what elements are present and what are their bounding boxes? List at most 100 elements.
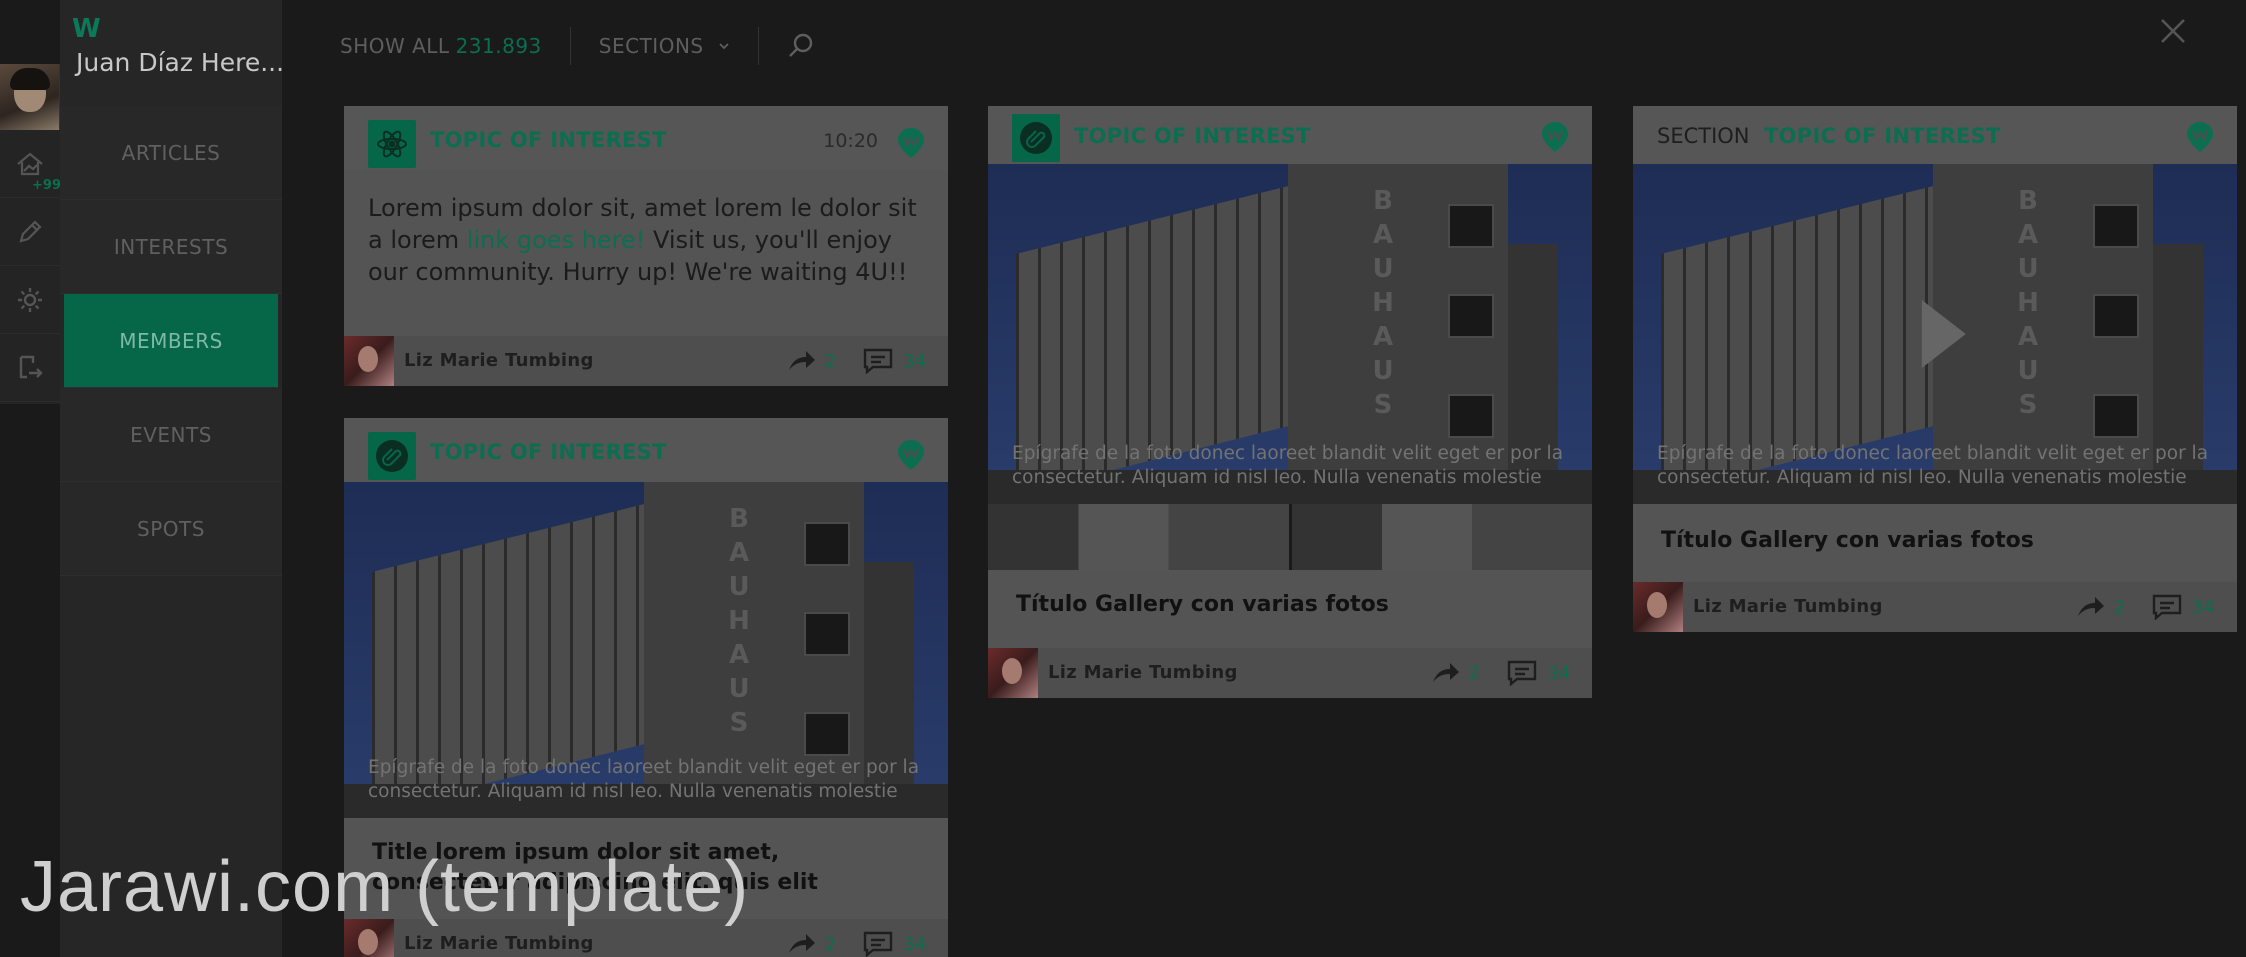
brand-pin-icon	[1542, 122, 1568, 152]
icon-rail: +99	[0, 0, 61, 957]
card-header: TOPIC OF INTEREST 10:20	[344, 106, 948, 170]
sidebar-item-interests[interactable]: INTERESTS	[60, 200, 282, 294]
brand-pin-icon	[2187, 122, 2213, 152]
comment-button[interactable]: 34	[2152, 594, 2215, 620]
post-title[interactable]: Título Gallery con varias fotos	[1633, 504, 2237, 556]
comment-button[interactable]: 34	[863, 931, 926, 957]
post-card-video[interactable]: SECTION TOPIC OF INTEREST BAUHAUS Epígra…	[1633, 106, 2237, 632]
topic-label[interactable]: TOPIC OF INTEREST	[430, 128, 667, 152]
comment-icon	[863, 348, 893, 374]
share-icon	[2077, 597, 2104, 616]
card-footer: Liz Marie Tumbing 2 34	[988, 648, 1592, 698]
show-all-count: 231.893	[455, 34, 542, 58]
play-icon[interactable]	[1921, 300, 1966, 368]
author-name[interactable]: Liz Marie Tumbing	[1048, 662, 1238, 683]
username[interactable]: Juan Díaz Here...	[76, 48, 284, 77]
author-avatar[interactable]	[1633, 582, 1683, 632]
search-icon[interactable]	[787, 32, 815, 60]
brand-logo[interactable]: W	[72, 14, 101, 44]
sections-label: SECTIONS	[598, 34, 704, 58]
sidebar-item-events[interactable]: EVENTS	[60, 388, 282, 482]
post-photo[interactable]: BAUHAUS Epígrafe de la foto donec laoree…	[344, 482, 948, 818]
share-count: 2	[824, 350, 836, 372]
post-text: Lorem ipsum dolor sit, amet lorem le dol…	[344, 170, 948, 288]
sections-dropdown[interactable]: SECTIONS	[599, 34, 730, 58]
photo-caption: Epígrafe de la foto donec laoreet blandi…	[1657, 443, 2209, 488]
sidebar: W Juan Díaz Here... ARTICLES INTERESTS M…	[60, 0, 284, 957]
comment-count: 34	[1547, 662, 1570, 684]
logout-button[interactable]	[0, 334, 60, 402]
section-label[interactable]: SECTION	[1657, 124, 1750, 148]
post-card-gallery[interactable]: TOPIC OF INTEREST BAUHAUS Epígrafe de la…	[988, 106, 1592, 698]
post-link[interactable]: link goes here!	[467, 226, 646, 254]
gallery-main-photo[interactable]: BAUHAUS Epígrafe de la foto donec laoree…	[988, 164, 1592, 504]
share-button[interactable]: 2	[787, 348, 836, 374]
card-footer: Liz Marie Tumbing 2 34	[344, 336, 948, 386]
comment-button[interactable]: 34	[863, 348, 926, 374]
post-card-text[interactable]: TOPIC OF INTEREST 10:20 Lorem ipsum dolo…	[344, 106, 948, 386]
edit-button[interactable]	[0, 198, 60, 266]
divider	[757, 27, 759, 65]
comment-count: 34	[2192, 596, 2215, 618]
comment-count: 34	[903, 350, 926, 372]
share-button[interactable]: 2	[787, 931, 836, 957]
comment-button[interactable]: 34	[1507, 660, 1570, 686]
author-name[interactable]: Liz Marie Tumbing	[404, 350, 594, 371]
author-avatar[interactable]	[344, 336, 394, 386]
show-all-filter[interactable]: SHOW ALL 231.893	[340, 34, 542, 58]
chevron-down-icon	[718, 43, 729, 50]
card-header: TOPIC OF INTEREST	[988, 106, 1592, 170]
divider	[569, 27, 571, 65]
video-thumbnail[interactable]: BAUHAUS Epígrafe de la foto donec laoree…	[1633, 164, 2237, 504]
sidebar-nav: ARTICLES INTERESTS MEMBERS EVENTS SPOTS	[60, 106, 282, 576]
post-title[interactable]: Título Gallery con varias fotos	[988, 570, 1592, 620]
photo-caption: Epígrafe de la foto donec laoreet blandi…	[1012, 443, 1564, 488]
comment-count: 34	[903, 933, 926, 955]
comment-icon	[2152, 594, 2182, 620]
card-header: SECTION TOPIC OF INTEREST	[1633, 106, 2237, 170]
topic-label[interactable]: TOPIC OF INTEREST	[1764, 124, 2001, 148]
author-name[interactable]: Liz Marie Tumbing	[404, 933, 594, 954]
sidebar-item-members[interactable]: MEMBERS	[64, 294, 278, 388]
post-time: 10:20	[823, 130, 878, 152]
sidebar-item-articles[interactable]: ARTICLES	[60, 106, 282, 200]
attachment-icon	[1012, 114, 1060, 162]
card-footer: Liz Marie Tumbing 2 34	[1633, 582, 2237, 632]
notification-badge: +99	[32, 178, 61, 193]
sidebar-item-spots[interactable]: SPOTS	[60, 482, 282, 576]
pencil-icon	[19, 219, 42, 243]
comment-icon	[1507, 660, 1537, 686]
rail-buttons: +99	[0, 130, 61, 404]
home-icon	[17, 152, 43, 175]
share-icon	[788, 351, 815, 370]
show-all-label: SHOW ALL	[340, 34, 450, 58]
home-button[interactable]: +99	[0, 130, 61, 198]
card-header: TOPIC OF INTEREST	[344, 418, 948, 482]
watermark-text: Jarawi.com (template)	[20, 847, 750, 927]
gallery-thumbnails	[988, 504, 1592, 570]
brand-pin-icon	[898, 128, 924, 158]
topic-label[interactable]: TOPIC OF INTEREST	[430, 440, 667, 464]
author-name[interactable]: Liz Marie Tumbing	[1693, 596, 1883, 617]
top-bar: SHOW ALL 231.893 SECTIONS	[340, 26, 815, 66]
user-avatar[interactable]	[0, 64, 60, 130]
attachment-icon	[368, 432, 416, 480]
app-screen: +99 W Juan Díaz Here... ARTICLES INTERES…	[0, 0, 2246, 957]
share-count: 2	[2113, 596, 2125, 618]
gallery-thumbnail[interactable]	[1291, 504, 1592, 570]
gear-icon	[18, 287, 42, 312]
share-button[interactable]: 2	[1431, 660, 1480, 686]
share-count: 2	[1468, 662, 1480, 684]
settings-button[interactable]	[0, 266, 60, 334]
photo-sign: BAUHAUS	[1372, 186, 1394, 420]
close-icon[interactable]	[2158, 16, 2188, 46]
share-count: 2	[824, 933, 836, 955]
topic-label[interactable]: TOPIC OF INTEREST	[1074, 124, 1311, 148]
share-button[interactable]: 2	[2076, 594, 2125, 620]
brand-pin-icon	[898, 440, 924, 470]
gallery-thumbnail[interactable]	[988, 504, 1292, 570]
photo-caption: Epígrafe de la foto donec laoreet blandi…	[368, 757, 920, 802]
share-icon	[1432, 663, 1459, 682]
photo-sign: BAUHAUS	[2017, 186, 2039, 420]
author-avatar[interactable]	[988, 648, 1038, 698]
